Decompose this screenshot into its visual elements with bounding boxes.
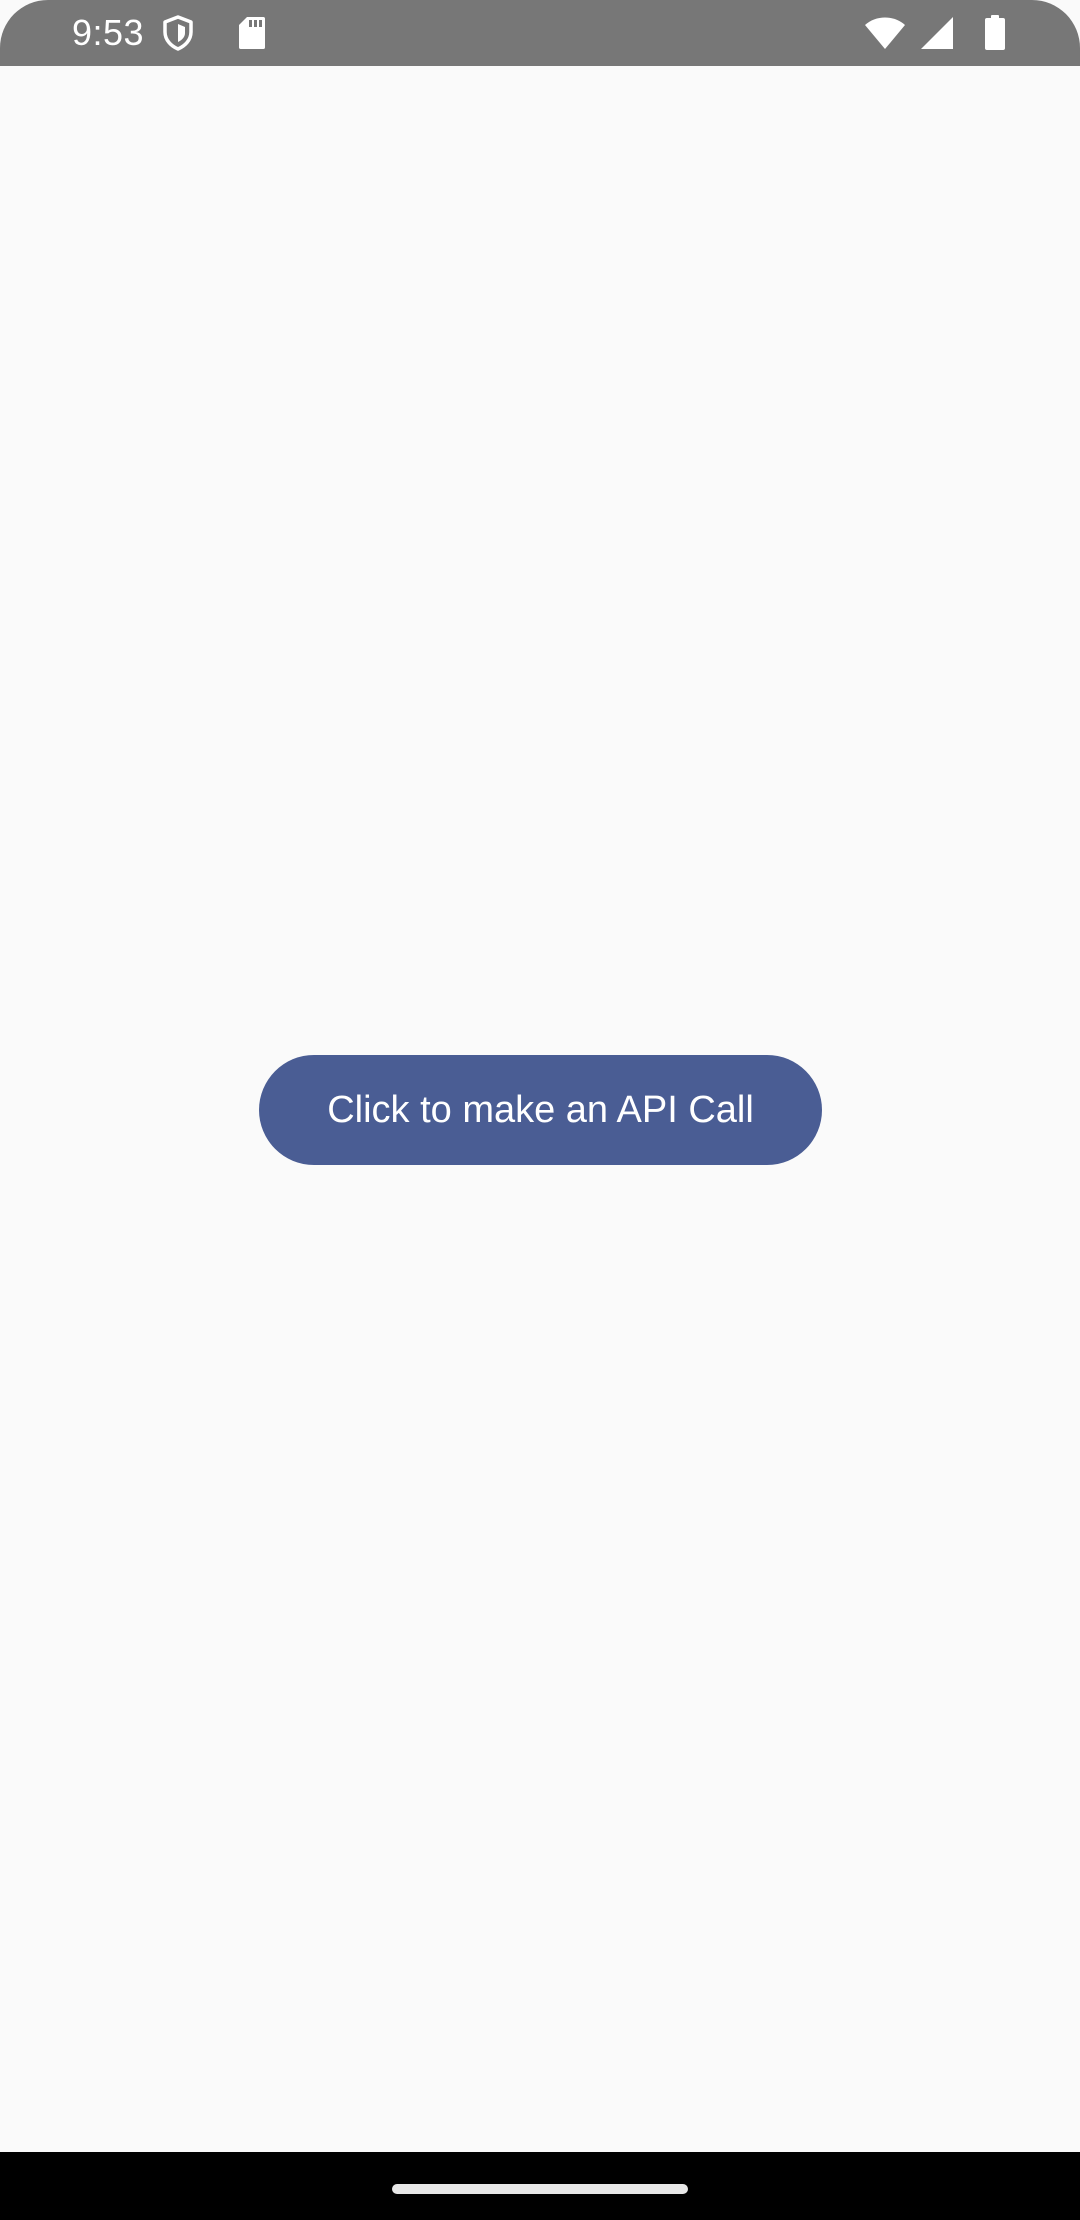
status-bar: 9:53 <box>0 0 1080 66</box>
app-screen: 9:53 Click to make an API Call <box>0 0 1080 2220</box>
shield-icon <box>162 15 194 51</box>
home-gesture-handle[interactable] <box>392 2184 688 2194</box>
status-right <box>864 0 1006 66</box>
status-left: 9:53 <box>72 0 266 66</box>
navigation-bar <box>0 2152 1080 2220</box>
signal-icon <box>920 16 954 50</box>
main-content: Click to make an API Call <box>0 66 1080 2152</box>
sd-card-icon <box>238 16 266 50</box>
api-call-button[interactable]: Click to make an API Call <box>259 1055 822 1165</box>
wifi-icon <box>864 16 906 50</box>
status-time: 9:53 <box>72 12 145 53</box>
battery-icon <box>984 15 1006 51</box>
